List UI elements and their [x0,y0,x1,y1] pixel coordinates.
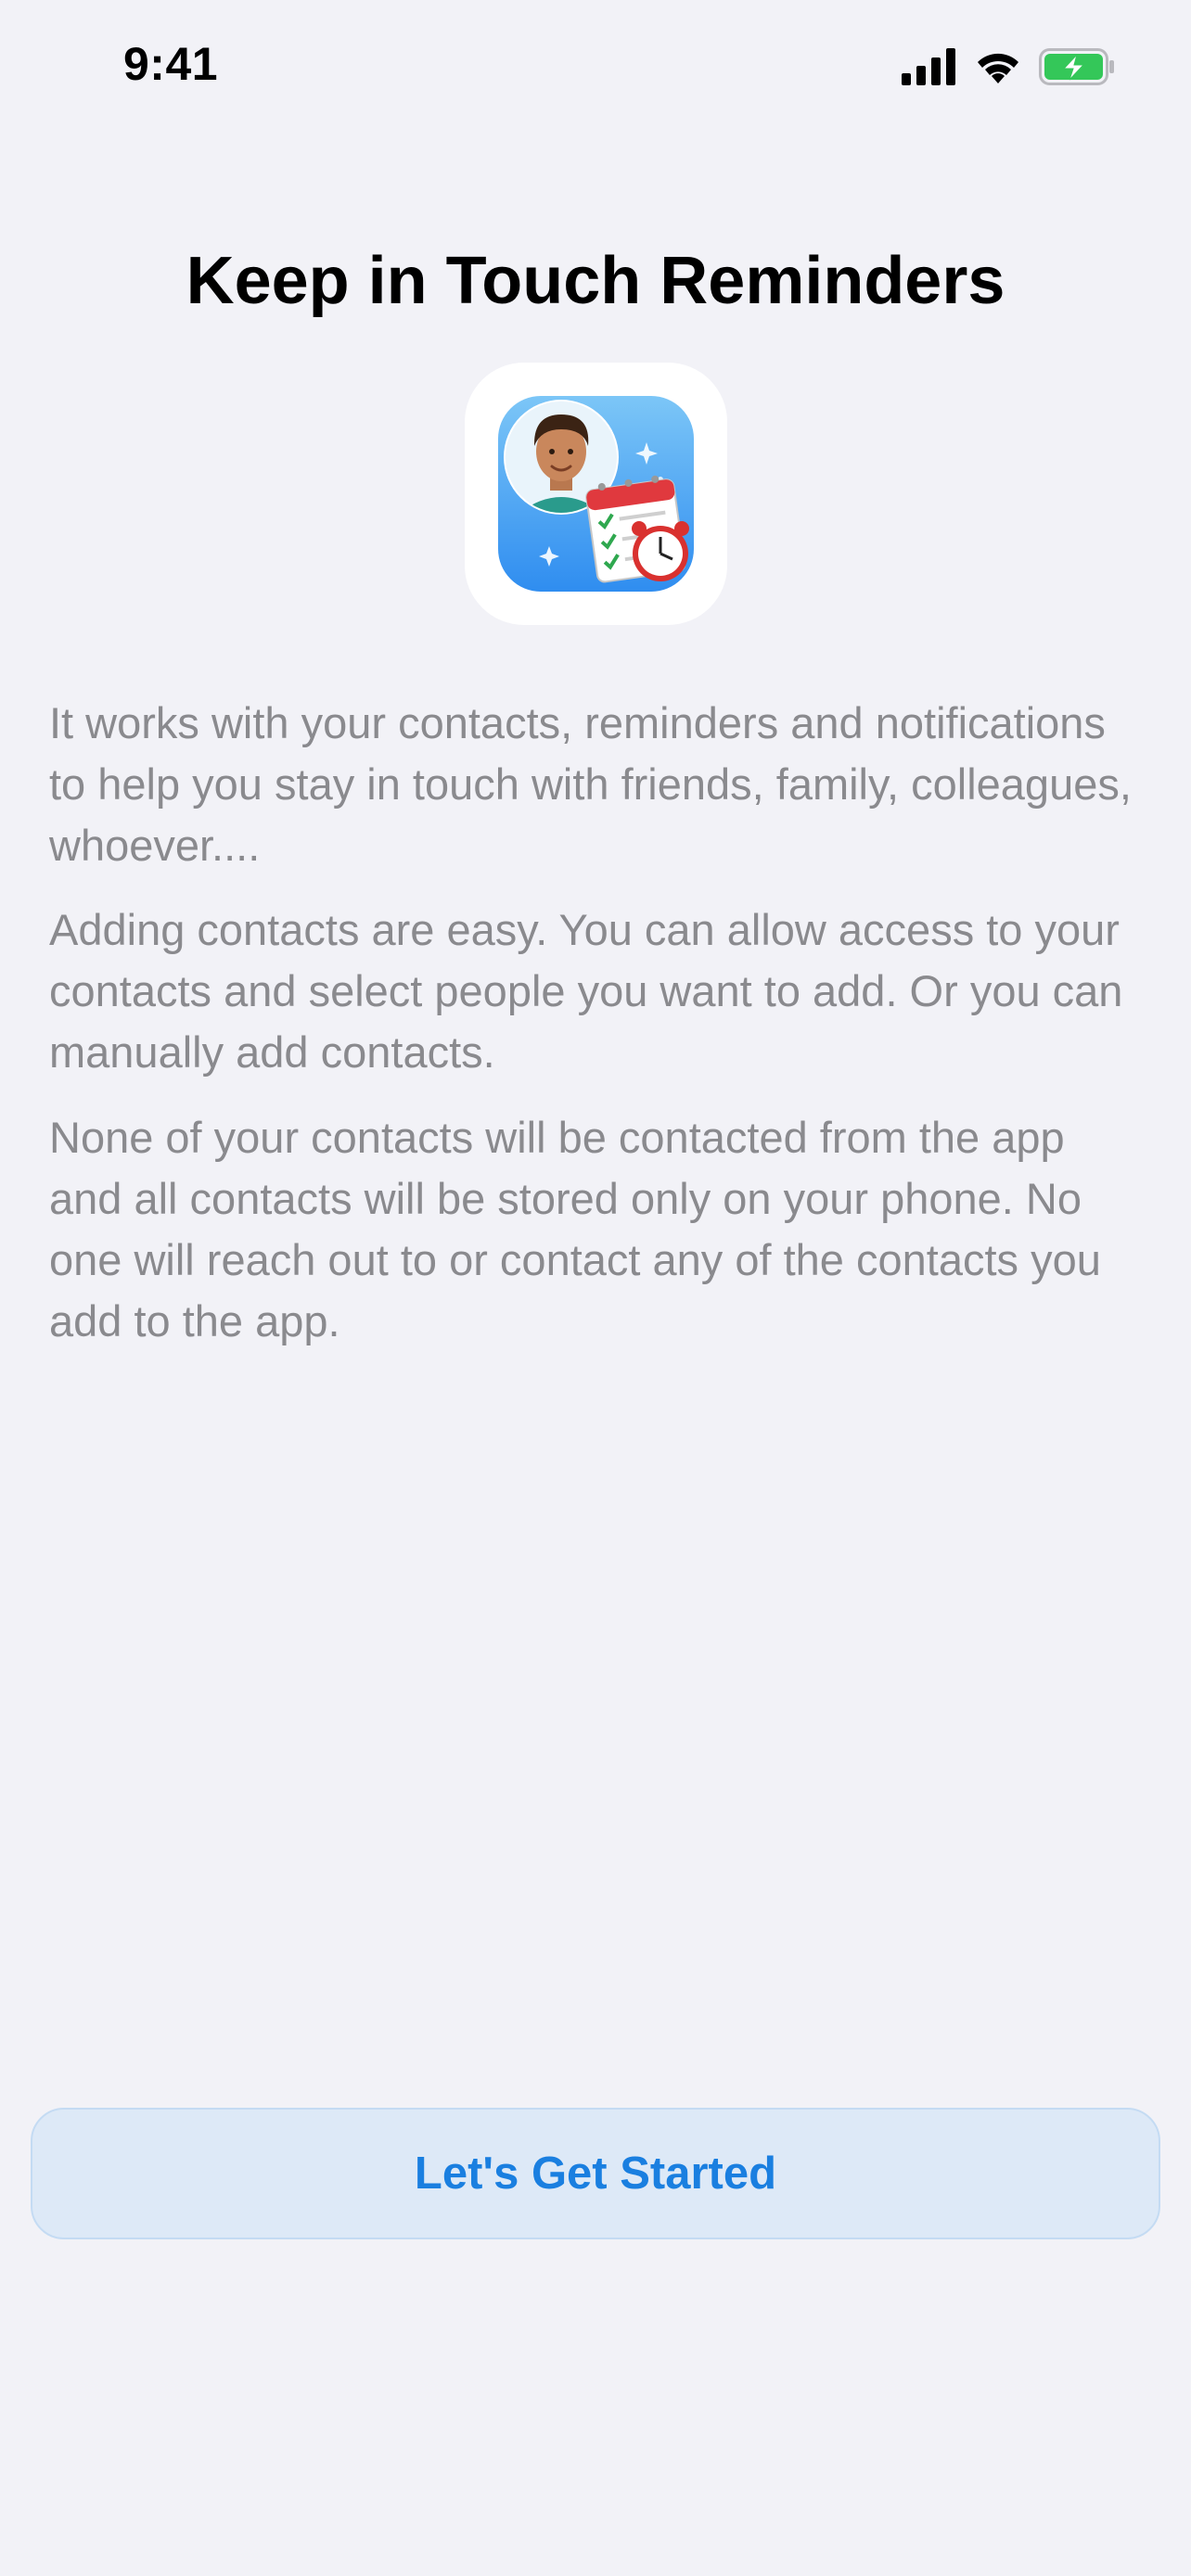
cellular-signal-icon [902,47,957,90]
intro-paragraph-1: It works with your contacts, reminders a… [49,698,1132,870]
status-time: 9:41 [123,38,219,90]
app-icon-artwork [498,396,694,592]
get-started-button[interactable]: Let's Get Started [31,2108,1160,2239]
battery-charging-icon [1039,47,1115,90]
wifi-icon [974,48,1022,90]
page-title: Keep in Touch Reminders [186,244,1005,318]
intro-paragraph-3: None of your contacts will be contacted … [49,1113,1101,1345]
onboarding-screen: 9:41 Keep in Touch Reminders It works wi… [0,0,1191,2576]
status-icons [902,47,1115,90]
intro-paragraph-2: Adding contacts are easy. You can allow … [49,905,1123,1077]
app-icon [465,363,727,625]
